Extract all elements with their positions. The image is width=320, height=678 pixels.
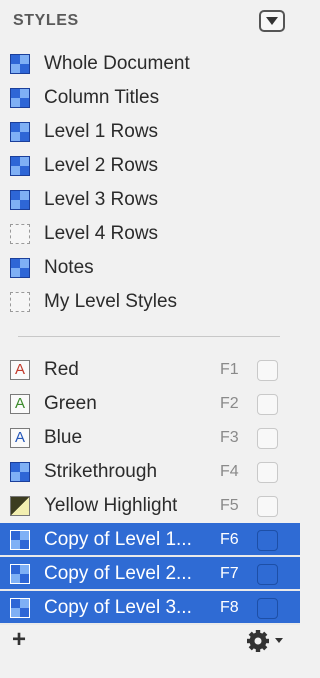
style-row[interactable]: Whole Document bbox=[0, 47, 300, 81]
style-label: Copy of Level 3... bbox=[44, 597, 192, 618]
style-label: Copy of Level 2... bbox=[44, 563, 192, 584]
style-icon bbox=[10, 122, 30, 142]
shortcut-key: F4 bbox=[220, 463, 239, 480]
style-checkbox[interactable] bbox=[257, 394, 278, 415]
shortcut-key: F2 bbox=[220, 395, 239, 412]
shortcut-key: F5 bbox=[220, 497, 239, 514]
empty-style-icon bbox=[10, 292, 30, 312]
custom-styles-list: A Red F1 A Green F2 A Blue F3 Strikethrough F4 Yell… bbox=[0, 353, 300, 625]
custom-style-row[interactable]: Copy of Level 3... F8 bbox=[0, 591, 300, 625]
style-checkbox[interactable] bbox=[257, 598, 278, 619]
shortcut-key: F8 bbox=[220, 599, 239, 616]
style-label: Notes bbox=[44, 257, 94, 278]
custom-style-row[interactable]: Copy of Level 2... F7 bbox=[0, 557, 300, 591]
style-row[interactable]: Notes bbox=[0, 251, 300, 285]
style-row[interactable]: Level 4 Rows bbox=[0, 217, 300, 251]
style-icon bbox=[10, 598, 30, 618]
style-row[interactable]: Level 2 Rows bbox=[0, 149, 300, 183]
style-icon bbox=[10, 88, 30, 108]
custom-style-row[interactable]: Copy of Level 1... F6 bbox=[0, 523, 300, 557]
add-style-button[interactable]: + bbox=[12, 628, 26, 652]
style-icon bbox=[10, 258, 30, 278]
custom-style-row[interactable]: A Red F1 bbox=[0, 353, 300, 387]
style-row[interactable]: My Level Styles bbox=[0, 285, 300, 319]
letter-a-icon: A bbox=[10, 428, 30, 448]
gear-icon bbox=[247, 630, 283, 652]
custom-style-row[interactable]: A Blue F3 bbox=[0, 421, 300, 455]
style-label: Strikethrough bbox=[44, 461, 158, 482]
style-label: Level 3 Rows bbox=[44, 189, 159, 210]
style-icon bbox=[10, 156, 30, 176]
shortcut-key: F1 bbox=[220, 361, 239, 378]
style-label: Whole Document bbox=[44, 53, 190, 74]
styles-header: STYLES bbox=[0, 0, 300, 46]
style-icon bbox=[10, 530, 30, 550]
style-label: Red bbox=[44, 359, 79, 380]
shortcut-key: F6 bbox=[220, 531, 239, 548]
divider bbox=[18, 336, 280, 337]
letter-a-icon: A bbox=[10, 394, 30, 414]
style-checkbox[interactable] bbox=[257, 530, 278, 551]
style-label: Column Titles bbox=[44, 87, 160, 108]
style-icon bbox=[10, 564, 30, 584]
custom-style-row[interactable]: A Green F2 bbox=[0, 387, 300, 421]
style-label: Level 1 Rows bbox=[44, 121, 159, 142]
style-row[interactable]: Column Titles bbox=[0, 81, 300, 115]
style-row[interactable]: Level 3 Rows bbox=[0, 183, 300, 217]
collapse-button[interactable] bbox=[259, 10, 285, 32]
shortcut-key: F7 bbox=[220, 565, 239, 582]
style-label: Yellow Highlight bbox=[44, 495, 178, 516]
style-checkbox[interactable] bbox=[257, 564, 278, 585]
custom-style-row[interactable]: Yellow Highlight F5 bbox=[0, 489, 300, 523]
chevron-down-icon bbox=[266, 17, 278, 25]
style-icon bbox=[10, 462, 30, 482]
letter-a-icon: A bbox=[10, 360, 30, 380]
style-label: Copy of Level 1... bbox=[44, 529, 192, 550]
highlight-icon bbox=[10, 496, 30, 516]
named-styles-list: Whole Document Column Titles Level 1 Rows L… bbox=[0, 47, 300, 319]
style-icon bbox=[10, 54, 30, 74]
style-label: Level 4 Rows bbox=[44, 223, 159, 244]
style-checkbox[interactable] bbox=[257, 462, 278, 483]
styles-title: STYLES bbox=[13, 12, 79, 29]
empty-style-icon bbox=[10, 224, 30, 244]
style-row[interactable]: Level 1 Rows bbox=[0, 115, 300, 149]
styles-footer: + bbox=[0, 624, 300, 678]
style-checkbox[interactable] bbox=[257, 496, 278, 517]
style-checkbox[interactable] bbox=[257, 360, 278, 381]
gear-menu-button[interactable] bbox=[246, 628, 288, 654]
style-label: Level 2 Rows bbox=[44, 155, 159, 176]
style-icon bbox=[10, 190, 30, 210]
style-checkbox[interactable] bbox=[257, 428, 278, 449]
style-label: My Level Styles bbox=[44, 291, 178, 312]
shortcut-key: F3 bbox=[220, 429, 239, 446]
custom-style-row[interactable]: Strikethrough F4 bbox=[0, 455, 300, 489]
style-label: Blue bbox=[44, 427, 83, 448]
style-label: Green bbox=[44, 393, 97, 414]
